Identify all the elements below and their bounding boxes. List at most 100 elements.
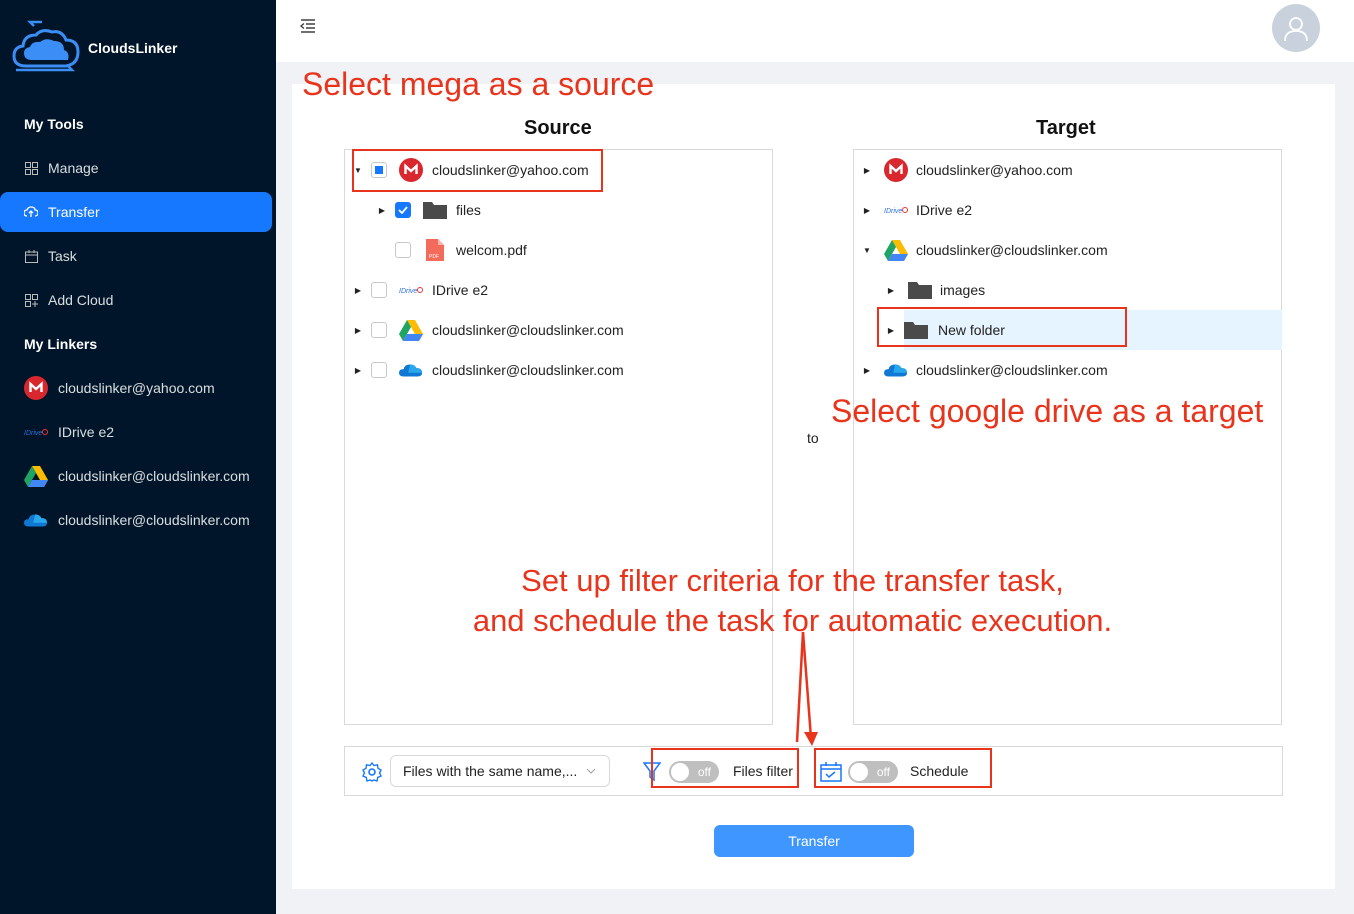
tree-label: cloudslinker@yahoo.com [916, 162, 1073, 178]
pdf-icon: PDF [423, 238, 447, 262]
transfer-button[interactable]: Transfer [714, 825, 914, 857]
sidebar-item-task[interactable]: Task [0, 236, 272, 276]
annotation-filter-line1: Set up filter criteria for the transfer … [521, 563, 1064, 598]
sidebar-item-add-cloud[interactable]: Add Cloud [0, 280, 272, 320]
linker-item-mega[interactable]: cloudslinker@yahoo.com [0, 368, 272, 408]
source-checkbox-pdf[interactable] [395, 242, 411, 258]
sidebar-item-label: Add Cloud [48, 292, 114, 308]
target-tree-row-google-drive[interactable]: ▼ cloudslinker@cloudslinker.com [862, 230, 1108, 270]
google-drive-icon [24, 464, 48, 488]
sidebar: CloudsLinker My Tools Manage Transfer Ta… [0, 0, 276, 914]
caret-right-icon[interactable]: ▶ [862, 205, 872, 215]
source-title: Source [524, 117, 592, 139]
tree-label: cloudslinker@cloudslinker.com [916, 242, 1108, 258]
onedrive-icon [399, 358, 423, 382]
caret-right-icon[interactable]: ▶ [353, 365, 363, 375]
target-title: Target [1036, 117, 1096, 139]
sidebar-item-transfer[interactable]: Transfer [0, 192, 272, 232]
annotation-box-source [352, 149, 603, 192]
mega-icon [24, 376, 48, 400]
linker-label: cloudslinker@yahoo.com [58, 380, 215, 396]
my-tools-heading: My Tools [24, 116, 84, 132]
annotation-target: Select google drive as a target [831, 393, 1264, 429]
settings-gear-icon[interactable] [362, 761, 382, 787]
source-tree-row-onedrive[interactable]: ▶ cloudslinker@cloudslinker.com [353, 350, 624, 390]
cloudslinker-logo-icon [12, 20, 80, 72]
user-icon [1284, 17, 1308, 41]
tree-label: IDrive e2 [432, 282, 489, 298]
annotation-box-schedule [814, 748, 992, 788]
linker-item-idrive[interactable]: IDrive IDrive e2 [0, 412, 272, 452]
idrive-icon: IDrive [399, 278, 423, 302]
svg-text:IDrive: IDrive [884, 208, 902, 215]
linker-item-google-drive[interactable]: cloudslinker@cloudslinker.com [0, 456, 272, 496]
onedrive-icon [24, 508, 48, 532]
tree-label: cloudslinker@cloudslinker.com [916, 362, 1108, 378]
target-tree-row-onedrive[interactable]: ▶ cloudslinker@cloudslinker.com [862, 350, 1108, 390]
annotation-box-target [877, 307, 1127, 347]
linker-label: cloudslinker@cloudslinker.com [58, 468, 250, 484]
tree-label: cloudslinker@cloudslinker.com [432, 362, 624, 378]
menu-fold-icon[interactable] [300, 19, 318, 37]
svg-text:IDrive: IDrive [24, 430, 42, 437]
tree-label: images [940, 282, 986, 298]
linker-label: cloudslinker@cloudslinker.com [58, 512, 250, 528]
sidebar-item-label: Task [48, 248, 77, 264]
select-value: Files with the same name,... [403, 763, 578, 779]
grid-icon [24, 161, 38, 175]
tree-label: IDrive e2 [916, 202, 973, 218]
google-drive-icon [399, 318, 423, 342]
folder-icon [423, 198, 447, 222]
target-tree-row-images[interactable]: ▶ images [886, 270, 985, 310]
caret-right-icon[interactable]: ▶ [862, 165, 872, 175]
svg-text:IDrive: IDrive [399, 288, 417, 295]
annotation-arrow-line-left [795, 631, 805, 743]
annotation-filter: Set up filter criteria for the transfer … [440, 561, 1145, 641]
onedrive-icon [884, 358, 908, 382]
top-header [276, 0, 1354, 62]
annotation-arrow-line-right [801, 631, 813, 739]
mega-icon [884, 158, 908, 182]
caret-right-icon[interactable]: ▶ [886, 285, 896, 295]
svg-text:PDF: PDF [429, 254, 439, 260]
app-logo[interactable]: CloudsLinker [12, 20, 272, 76]
source-tree-row-google-drive[interactable]: ▶ cloudslinker@cloudslinker.com [353, 310, 624, 350]
caret-right-icon[interactable]: ▶ [353, 285, 363, 295]
sidebar-item-label: Transfer [48, 204, 100, 220]
source-tree-row-idrive[interactable]: ▶ IDrive IDrive e2 [353, 270, 488, 310]
tree-label: cloudslinker@cloudslinker.com [432, 322, 624, 338]
folder-icon [908, 278, 932, 302]
source-tree-row-files[interactable]: ▶ files [377, 190, 481, 230]
tree-label: files [456, 202, 481, 218]
annotation-source: Select mega as a source [302, 66, 655, 102]
linker-label: IDrive e2 [58, 424, 115, 440]
caret-right-icon[interactable]: ▶ [377, 205, 387, 215]
target-tree-row-mega[interactable]: ▶ cloudslinker@yahoo.com [862, 150, 1073, 190]
avatar[interactable] [1272, 4, 1320, 52]
my-linkers-heading: My Linkers [24, 336, 98, 352]
conflict-handling-select[interactable]: Files with the same name,... [390, 755, 610, 787]
annotation-arrowhead-right [804, 732, 818, 746]
google-drive-icon [884, 238, 908, 262]
source-checkbox-files[interactable] [395, 202, 411, 218]
check-icon [398, 206, 408, 214]
source-checkbox-idrive[interactable] [371, 282, 387, 298]
caret-right-icon[interactable]: ▶ [862, 365, 872, 375]
calendar-icon [24, 249, 38, 263]
annotation-arrows [795, 631, 818, 746]
caret-down-icon[interactable]: ▼ [862, 245, 872, 255]
source-checkbox-google-drive[interactable] [371, 322, 387, 338]
sidebar-item-manage[interactable]: Manage [0, 148, 272, 188]
idrive-icon: IDrive [24, 420, 48, 444]
caret-right-icon[interactable]: ▶ [353, 325, 363, 335]
source-tree-row-pdf[interactable]: PDF welcom.pdf [395, 230, 527, 270]
linker-item-onedrive[interactable]: cloudslinker@cloudslinker.com [0, 500, 272, 540]
tree-label: welcom.pdf [456, 242, 527, 258]
cloud-sync-icon [24, 205, 38, 219]
chevron-down-icon [585, 764, 597, 780]
annotation-box-filter [651, 748, 799, 788]
source-checkbox-onedrive[interactable] [371, 362, 387, 378]
add-grid-icon [24, 293, 38, 307]
target-tree-row-idrive[interactable]: ▶ IDrive IDrive e2 [862, 190, 972, 230]
to-label: to [807, 430, 819, 446]
